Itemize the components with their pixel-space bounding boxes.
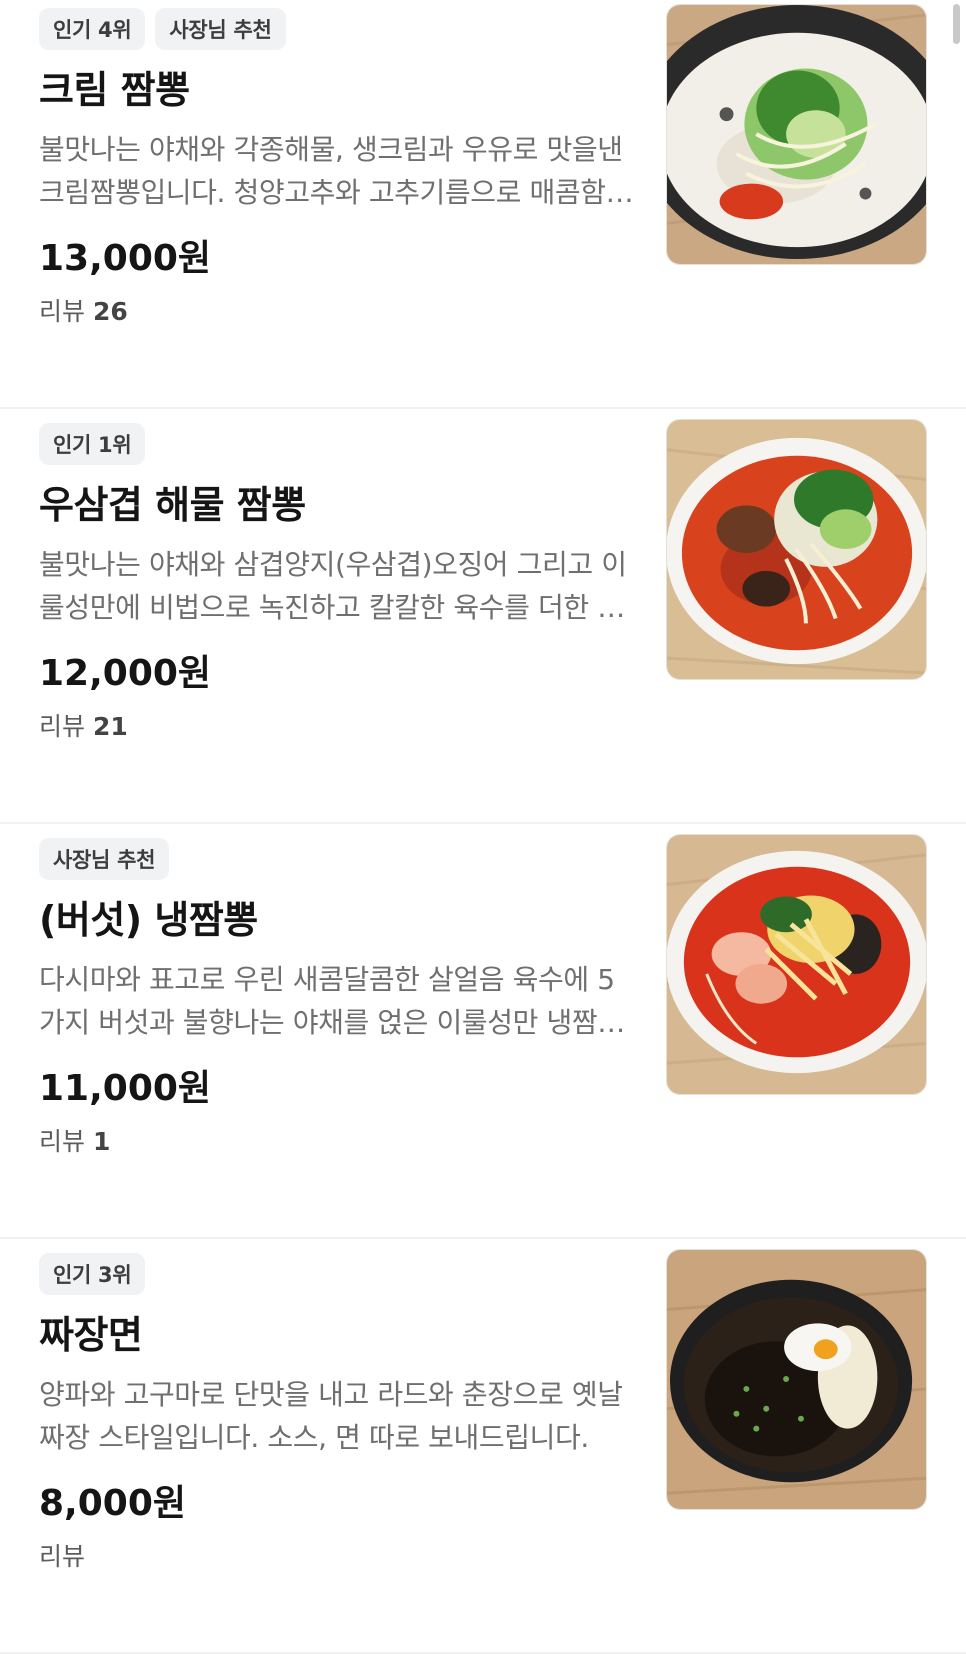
cream-jjamppong-photo [667, 5, 926, 264]
scrollbar[interactable] [953, 4, 960, 44]
menu-item-cream-jjamppong[interactable]: 인기 4위 사장님 추천 크림 짬뽕 불맛나는 야채와 각종해물, 생크림과 우… [0, 0, 966, 409]
menu-item-cold-mushroom-jjamppong[interactable]: 사장님 추천 (버섯) 냉짬뽕 다시마와 표고로 우린 새콤달콤한 살얼음 육수… [0, 824, 966, 1239]
review-count: 1 [92, 1127, 111, 1156]
review-summary: 리뷰 [39, 1541, 639, 1573]
menu-price: 12,000원 [39, 653, 212, 694]
cold-mushroom-jjamppong-photo [667, 835, 926, 1094]
menu-name: (버섯) 냉짬뽕 [39, 898, 258, 942]
menu-photo[interactable] [666, 1249, 927, 1510]
menu-description: 불맛나는 야채와 삼겹양지(우삼겹)오징어 그리고 이룰성만에 비법으로 녹진하… [39, 548, 627, 624]
beef-seafood-jjamppong-photo [667, 420, 926, 679]
badge-group: 사장님 추천 [39, 838, 639, 880]
review-summary: 리뷰 1 [39, 1126, 639, 1158]
badge-group: 인기 4위 사장님 추천 [39, 8, 639, 50]
review-summary: 리뷰 26 [39, 296, 639, 328]
review-label: 리뷰 [39, 1127, 86, 1156]
review-label: 리뷰 [39, 1542, 86, 1571]
menu-item-info: 인기 3위 짜장면 양파와 고구마로 단맛을 내고 라드와 춘장으로 옛날짜장 … [39, 1253, 639, 1573]
menu-item-info: 사장님 추천 (버섯) 냉짬뽕 다시마와 표고로 우린 새콤달콤한 살얼음 육수… [39, 838, 639, 1158]
menu-item-beef-seafood-jjamppong[interactable]: 인기 1위 우삼겹 해물 짬뽕 불맛나는 야채와 삼겹양지(우삼겹)오징어 그리… [0, 409, 966, 824]
badge-group: 인기 1위 [39, 423, 639, 465]
menu-price: 8,000원 [39, 1483, 186, 1524]
popularity-badge: 인기 4위 [39, 8, 146, 50]
menu-name: 짜장면 [39, 1313, 143, 1357]
owner-recommend-badge: 사장님 추천 [39, 838, 170, 880]
menu-item-info: 인기 4위 사장님 추천 크림 짬뽕 불맛나는 야채와 각종해물, 생크림과 우… [39, 8, 639, 328]
jjajangmyeon-photo [667, 1250, 926, 1509]
review-summary: 리뷰 21 [39, 711, 639, 743]
popularity-badge: 인기 1위 [39, 423, 146, 465]
review-count: 21 [92, 712, 128, 741]
menu-item-jjajangmyeon[interactable]: 인기 3위 짜장면 양파와 고구마로 단맛을 내고 라드와 춘장으로 옛날짜장 … [0, 1239, 966, 1654]
owner-recommend-badge: 사장님 추천 [155, 8, 286, 50]
menu-photo[interactable] [666, 419, 927, 680]
menu-price: 13,000원 [39, 238, 212, 279]
review-label: 리뷰 [39, 297, 86, 326]
menu-description: 양파와 고구마로 단맛을 내고 라드와 춘장으로 옛날짜장 스타일입니다. 소스… [39, 1378, 623, 1454]
popularity-badge: 인기 3위 [39, 1253, 146, 1295]
menu-photo[interactable] [666, 834, 927, 1095]
menu-name: 우삼겹 해물 짬뽕 [39, 483, 306, 527]
review-count: 26 [92, 297, 128, 326]
menu-description: 불맛나는 야채와 각종해물, 생크림과 우유로 맛을낸 크림짬뽕입니다. 청양고… [39, 133, 631, 209]
menu-item-info: 인기 1위 우삼겹 해물 짬뽕 불맛나는 야채와 삼겹양지(우삼겹)오징어 그리… [39, 423, 639, 743]
menu-price: 11,000원 [39, 1068, 212, 1109]
review-label: 리뷰 [39, 712, 86, 741]
menu-description: 다시마와 표고로 우린 새콤달콤한 살얼음 육수에 5가지 버섯과 불향나는 야… [39, 963, 623, 1039]
menu-list: 인기 4위 사장님 추천 크림 짬뽕 불맛나는 야채와 각종해물, 생크림과 우… [0, 0, 966, 1654]
badge-group: 인기 3위 [39, 1253, 639, 1295]
menu-name: 크림 짬뽕 [39, 68, 190, 112]
menu-photo[interactable] [666, 4, 927, 265]
